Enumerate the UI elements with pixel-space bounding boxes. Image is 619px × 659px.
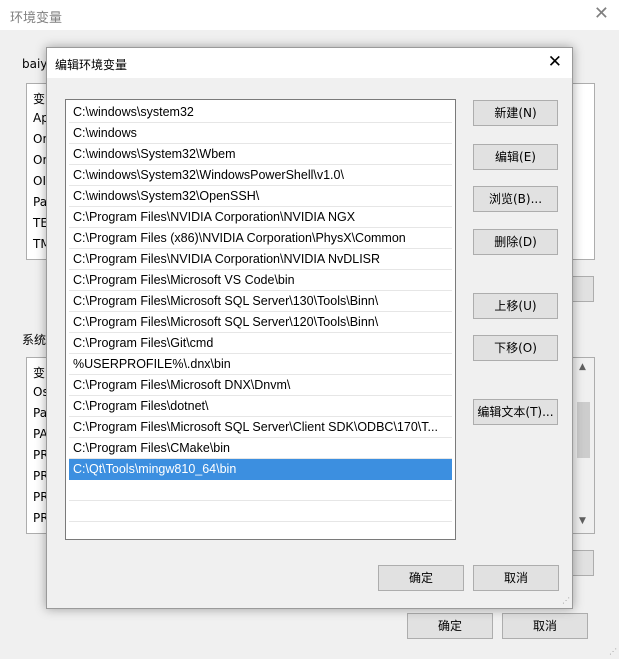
- bg-list-item[interactable]: OI: [33, 174, 46, 188]
- path-list-item[interactable]: C:\Program Files\Microsoft VS Code\bin: [69, 270, 452, 291]
- path-list-item[interactable]: C:\Program Files\Microsoft SQL Server\13…: [69, 291, 452, 312]
- resize-grip-icon[interactable]: ⋰: [609, 647, 617, 656]
- dialog-title: 编辑环境变量: [55, 58, 128, 72]
- close-icon[interactable]: ✕: [548, 52, 562, 72]
- edit-button[interactable]: 编辑(E): [473, 144, 558, 170]
- path-list-item[interactable]: C:\windows\System32\WindowsPowerShell\v1…: [69, 165, 452, 186]
- edit-env-var-dialog: 编辑环境变量 ✕ C:\windows\system32 C:\windows C:…: [46, 47, 573, 609]
- system-vars-button-edge[interactable]: [572, 550, 594, 576]
- path-list-item[interactable]: C:\Program Files\Git\cmd: [69, 333, 452, 354]
- empty-list-row[interactable]: [69, 501, 452, 522]
- new-button[interactable]: 新建(N): [473, 100, 558, 126]
- resize-grip-icon[interactable]: ⋰: [562, 596, 570, 605]
- path-list-item[interactable]: C:\windows: [69, 123, 452, 144]
- path-list-item[interactable]: C:\Program Files\CMake\bin: [69, 438, 452, 459]
- path-list-item[interactable]: C:\Qt\Tools\mingw810_64\bin: [69, 459, 452, 480]
- bg-list-item[interactable]: Pa: [33, 195, 47, 209]
- dialog-cancel-button[interactable]: 取消: [473, 565, 559, 591]
- env-cancel-button[interactable]: 取消: [502, 613, 588, 639]
- move-down-button[interactable]: 下移(O): [473, 335, 558, 361]
- path-list-item[interactable]: C:\Program Files\Microsoft DNX\Dnvm\: [69, 375, 452, 396]
- bg-list-item[interactable]: 变: [33, 364, 45, 381]
- env-vars-titlebar: 环境变量 ✕: [0, 0, 619, 30]
- path-list-item[interactable]: C:\windows\System32\OpenSSH\: [69, 186, 452, 207]
- path-list-item[interactable]: C:\Program Files\Microsoft SQL Server\Cl…: [69, 417, 452, 438]
- dialog-titlebar: 编辑环境变量 ✕: [47, 48, 572, 78]
- path-list-item[interactable]: C:\Program Files\dotnet\: [69, 396, 452, 417]
- bg-list-item[interactable]: Pa: [33, 406, 47, 420]
- bg-list-item[interactable]: 变: [33, 90, 45, 107]
- env-ok-button[interactable]: 确定: [407, 613, 493, 639]
- edit-text-button[interactable]: 编辑文本(T)...: [473, 399, 558, 425]
- path-list-item[interactable]: %USERPROFILE%\.dnx\bin: [69, 354, 452, 375]
- user-vars-button-edge[interactable]: [572, 276, 594, 302]
- user-vars-list-edge: [572, 83, 595, 260]
- move-up-button[interactable]: 上移(U): [473, 293, 558, 319]
- path-list-item[interactable]: C:\windows\system32: [69, 102, 452, 123]
- path-list-item[interactable]: C:\Program Files\NVIDIA Corporation\NVID…: [69, 249, 452, 270]
- path-list-item[interactable]: C:\Program Files\NVIDIA Corporation\NVID…: [69, 207, 452, 228]
- path-list[interactable]: C:\windows\system32 C:\windows C:\windows\…: [65, 99, 456, 540]
- path-list-item[interactable]: C:\Program Files\Microsoft SQL Server\12…: [69, 312, 452, 333]
- path-list-item[interactable]: C:\Program Files (x86)\NVIDIA Corporatio…: [69, 228, 452, 249]
- system-vars-label: 系统: [22, 333, 47, 347]
- delete-button[interactable]: 删除(D): [473, 229, 558, 255]
- close-icon[interactable]: ✕: [594, 4, 609, 24]
- env-vars-title: 环境变量: [10, 11, 63, 26]
- dialog-ok-button[interactable]: 确定: [378, 565, 464, 591]
- scroll-up-icon[interactable]: ▲: [579, 362, 586, 372]
- system-vars-list-edge: ▲ ▼: [572, 357, 595, 534]
- system-vars-scrollbar[interactable]: ▲ ▼: [572, 358, 594, 533]
- scroll-thumb[interactable]: [577, 402, 590, 458]
- path-list-item[interactable]: C:\windows\System32\Wbem: [69, 144, 452, 165]
- empty-list-row[interactable]: [69, 480, 452, 501]
- browse-button[interactable]: 浏览(B)...: [473, 186, 558, 212]
- user-vars-label: baiy: [22, 57, 48, 71]
- scroll-down-icon[interactable]: ▼: [579, 516, 586, 526]
